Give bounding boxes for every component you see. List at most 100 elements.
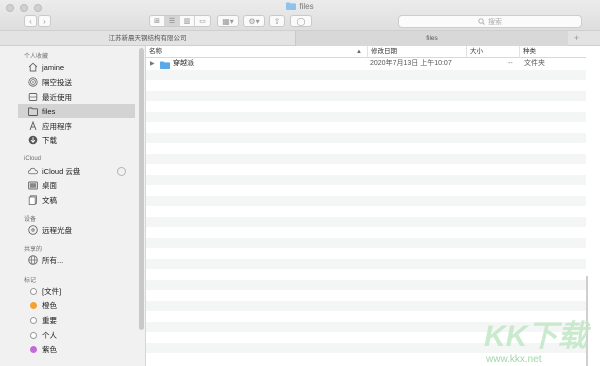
- icon-view-icon[interactable]: ⊞: [150, 16, 165, 26]
- sidebar-item-recents[interactable]: 最近使用: [20, 90, 137, 104]
- column-header-modified[interactable]: 修改日期: [368, 46, 467, 58]
- group-by-button[interactable]: ▦▾: [217, 15, 239, 27]
- sidebar-section-icloud: iCloud: [24, 156, 42, 162]
- sidebar-item-label: 紫色: [42, 344, 57, 354]
- window-title: files: [0, 2, 600, 12]
- sidebar-item-downloads[interactable]: 下载: [20, 133, 137, 147]
- sidebar-item-remote-disc[interactable]: 远程光盘: [20, 223, 137, 237]
- sidebar-item-label: 个人: [42, 330, 57, 340]
- desktop-icon: [28, 180, 38, 190]
- sidebar-tag-purple[interactable]: 紫色: [20, 342, 137, 356]
- folder-icon: [286, 2, 297, 12]
- sidebar-item-label: 远程光盘: [42, 225, 72, 235]
- sidebar-tag-orange[interactable]: 橙色: [20, 298, 137, 312]
- sidebar-tag-important[interactable]: 重要: [20, 313, 137, 327]
- tag-icon: ◯: [296, 16, 306, 26]
- sidebar-item-label: 应用程序: [42, 121, 72, 131]
- empty-row: [146, 216, 586, 227]
- column-view-icon[interactable]: ▥: [180, 16, 195, 26]
- sidebar-scrollbar[interactable]: [139, 48, 144, 330]
- sidebar-item-label: jamine: [42, 62, 65, 72]
- file-kind: 文件夹: [524, 60, 545, 67]
- recents-icon: [28, 92, 38, 102]
- orange-tag-dot-icon: [29, 301, 37, 309]
- sidebar-item-label: files: [42, 106, 56, 116]
- sidebar-item-label: 下载: [42, 135, 57, 145]
- applications-icon: [28, 121, 38, 131]
- tab-company[interactable]: 江苏新晨天钢结构有限公司: [0, 31, 296, 46]
- home-icon: [28, 62, 38, 72]
- watermark-url: www.kkx.net: [485, 354, 542, 364]
- empty-row: [146, 143, 586, 154]
- table-row[interactable]: ▶ 穿越派 2020年7月13日 上午10:07 -- 文件夹: [146, 59, 586, 70]
- search-icon: [478, 18, 485, 25]
- sidebar: 个人收藏 jamine 隔空投送 最近使用 files 应用程序 下载 iClo…: [0, 46, 146, 366]
- disc-icon: [28, 225, 38, 235]
- column-header-size[interactable]: 大小: [467, 46, 520, 58]
- watermark-logo: KK下载: [484, 320, 591, 353]
- sidebar-item-documents[interactable]: 文稿: [20, 193, 137, 207]
- file-name: 穿越派: [173, 60, 194, 67]
- sidebar-item-label: [文件]: [42, 286, 62, 296]
- sort-arrow-icon: ▲: [356, 49, 362, 55]
- forward-button[interactable]: ›: [38, 15, 51, 27]
- file-size: --: [508, 60, 513, 67]
- empty-row: [146, 111, 586, 122]
- empty-row: [146, 164, 586, 175]
- empty-row: [146, 185, 586, 196]
- tag-dot-icon: [29, 316, 37, 324]
- back-arrow-icon: ‹: [29, 16, 32, 26]
- column-header-kind[interactable]: 种类: [520, 46, 586, 58]
- empty-row: [146, 174, 586, 185]
- sidebar-section-favorites: 个人收藏: [24, 54, 49, 60]
- sidebar-item-icloud-drive[interactable]: iCloud 云盘: [20, 164, 137, 178]
- watermark: KK下载 www.kkx.net: [480, 312, 598, 365]
- empty-row: [146, 153, 586, 164]
- new-tab-button[interactable]: +: [568, 31, 585, 46]
- sidebar-item-applications[interactable]: 应用程序: [20, 119, 137, 133]
- sidebar-item-files[interactable]: files: [18, 104, 135, 118]
- tag-dot-icon: [29, 287, 37, 295]
- list-view-icon[interactable]: ☰: [165, 16, 180, 26]
- sidebar-item-network[interactable]: 所有...: [20, 253, 137, 267]
- action-button[interactable]: ⚙▾: [243, 15, 265, 27]
- empty-row: [146, 248, 586, 259]
- back-button[interactable]: ‹: [24, 15, 37, 27]
- column-header: 名称 ▲ 修改日期 大小 种类: [146, 46, 586, 58]
- network-icon: [28, 255, 38, 265]
- gear-icon: ⚙▾: [248, 16, 260, 26]
- tag-dot-icon: [29, 331, 37, 339]
- downloads-icon: [28, 135, 38, 145]
- disclosure-triangle-icon[interactable]: ▶: [150, 59, 155, 70]
- sidebar-item-label: 重要: [42, 315, 57, 325]
- sidebar-item-label: 橙色: [42, 300, 57, 310]
- sidebar-item-label: 最近使用: [42, 92, 72, 102]
- empty-row: [146, 227, 586, 238]
- tags-button[interactable]: ◯: [290, 15, 312, 27]
- empty-row: [146, 132, 586, 143]
- sidebar-tag-file[interactable]: [文件]: [20, 284, 137, 298]
- sidebar-tag-personal[interactable]: 个人: [20, 328, 137, 342]
- share-button[interactable]: ⇧: [269, 15, 285, 27]
- sidebar-item-label: 文稿: [42, 195, 57, 205]
- empty-row: [146, 206, 586, 217]
- column-header-name[interactable]: 名称 ▲: [146, 46, 368, 58]
- empty-row: [146, 80, 586, 91]
- empty-row: [146, 258, 586, 269]
- view-mode-selector[interactable]: ⊞ ☰ ▥ ▭: [149, 15, 211, 27]
- gallery-view-icon[interactable]: ▭: [195, 16, 210, 26]
- tab-files[interactable]: files: [296, 31, 568, 46]
- empty-row: [146, 101, 586, 112]
- empty-row: [146, 290, 586, 301]
- sidebar-item-airdrop[interactable]: 隔空投送: [20, 75, 137, 89]
- sidebar-item-desktop[interactable]: 桌面: [20, 178, 137, 192]
- empty-row: [146, 90, 586, 101]
- sidebar-section-shared: 共享的: [24, 247, 43, 253]
- sync-progress-icon: [117, 166, 126, 176]
- search-field[interactable]: 搜索: [398, 15, 582, 28]
- sidebar-item-label: iCloud 云盘: [42, 166, 81, 176]
- sidebar-item-jamine[interactable]: jamine: [20, 60, 137, 74]
- airdrop-icon: [28, 77, 38, 87]
- empty-row: [146, 237, 586, 248]
- file-modified: 2020年7月13日 上午10:07: [370, 60, 452, 67]
